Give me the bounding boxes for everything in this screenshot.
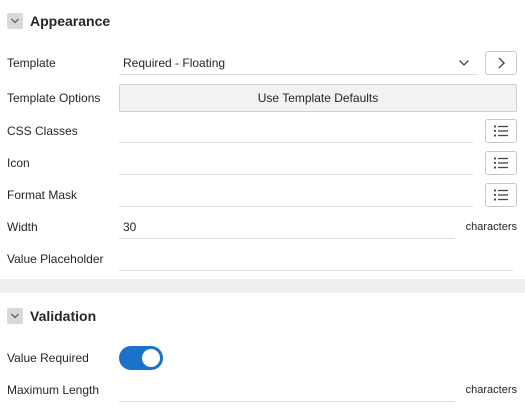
icon-list-button[interactable]: [485, 151, 517, 175]
template-select[interactable]: Required - Floating: [119, 51, 478, 75]
css-classes-label: CSS Classes: [7, 124, 78, 138]
value-required-row: Value Required: [0, 342, 525, 374]
value-required-toggle[interactable]: [119, 346, 163, 370]
width-input[interactable]: 30: [119, 215, 455, 239]
value-placeholder-input[interactable]: [119, 247, 513, 271]
template-go-button[interactable]: [485, 51, 517, 75]
value-required-label: Value Required: [7, 351, 89, 365]
list-icon: [493, 157, 508, 169]
icon-input[interactable]: [119, 151, 473, 175]
maximum-length-unit: characters: [465, 384, 517, 396]
template-options-label: Template Options: [7, 91, 101, 105]
maximum-length-label: Maximum Length: [7, 383, 100, 397]
width-value: 30: [123, 220, 137, 234]
icon-label: Icon: [7, 156, 30, 170]
appearance-section-header[interactable]: Appearance: [0, 1, 525, 41]
format-mask-row: Format Mask: [0, 179, 525, 211]
template-options-row: Template Options Use Template Defaults: [0, 82, 525, 114]
format-mask-label: Format Mask: [7, 188, 78, 202]
format-mask-list-button[interactable]: [485, 183, 517, 207]
section-title: Appearance: [30, 13, 111, 29]
template-select-value: Required - Floating: [123, 56, 226, 70]
maximum-length-row: Maximum Length characters: [0, 374, 525, 406]
icon-row: Icon: [0, 147, 525, 179]
width-unit: characters: [465, 221, 517, 233]
css-classes-list-button[interactable]: [485, 119, 517, 143]
width-label: Width: [7, 220, 38, 234]
list-icon: [493, 125, 508, 137]
maximum-length-input[interactable]: [119, 378, 455, 402]
template-label: Template: [7, 56, 56, 70]
section-title: Validation: [30, 308, 97, 324]
value-placeholder-row: Value Placeholder: [0, 243, 525, 275]
section-divider: [0, 279, 525, 293]
css-classes-row: CSS Classes: [0, 115, 525, 147]
chevron-right-icon: [498, 57, 505, 69]
value-placeholder-label: Value Placeholder: [7, 252, 104, 266]
list-icon: [493, 189, 508, 201]
css-classes-input[interactable]: [119, 119, 473, 143]
template-row: Template Required - Floating: [0, 47, 525, 79]
toggle-knob: [142, 349, 160, 367]
width-row: Width 30 characters: [0, 211, 525, 243]
chevron-down-icon: [459, 60, 469, 66]
use-template-defaults-button[interactable]: Use Template Defaults: [119, 84, 517, 112]
collapse-chevron-icon[interactable]: [7, 13, 23, 29]
format-mask-input[interactable]: [119, 183, 473, 207]
validation-section-header[interactable]: Validation: [0, 296, 525, 336]
collapse-chevron-icon[interactable]: [7, 308, 23, 324]
